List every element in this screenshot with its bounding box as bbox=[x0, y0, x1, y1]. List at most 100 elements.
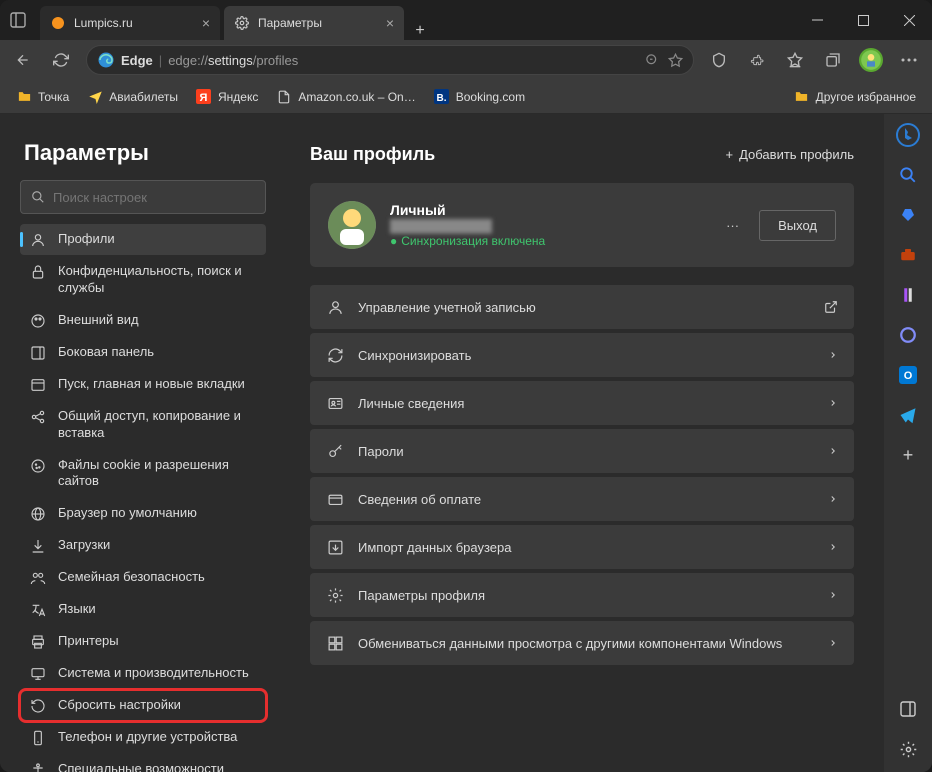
settings-row-idcard[interactable]: Личные сведения bbox=[310, 381, 854, 425]
gear-icon bbox=[234, 15, 250, 31]
bookmark-item[interactable]: B.Booking.com bbox=[428, 86, 531, 108]
nav-item-home[interactable]: Пуск, главная и новые вкладки bbox=[20, 369, 266, 400]
signout-button[interactable]: Выход bbox=[759, 210, 836, 241]
games-icon[interactable] bbox=[895, 282, 921, 308]
tab-lumpics[interactable]: Lumpics.ru × bbox=[40, 6, 220, 40]
favorites-bar-icon[interactable] bbox=[778, 44, 812, 76]
new-tab-button[interactable]: + bbox=[404, 22, 436, 40]
cookie-icon bbox=[30, 458, 46, 474]
add-side-icon[interactable]: + bbox=[895, 442, 921, 468]
lumpics-favicon bbox=[50, 15, 66, 31]
nav-label: Пуск, главная и новые вкладки bbox=[58, 376, 245, 393]
settings-search[interactable] bbox=[20, 180, 266, 214]
back-button[interactable] bbox=[6, 44, 40, 76]
search-icon bbox=[31, 190, 45, 204]
svg-text:O: O bbox=[904, 370, 913, 382]
settings-row-card[interactable]: Сведения об оплате bbox=[310, 477, 854, 521]
bookmark-item[interactable]: Amazon.co.uk – On… bbox=[270, 86, 421, 108]
avatar bbox=[328, 201, 376, 249]
check-icon: ● bbox=[390, 234, 397, 248]
chevron-right-icon bbox=[828, 492, 838, 506]
settings-row-windows[interactable]: Обмениваться данными просмотра с другими… bbox=[310, 621, 854, 665]
nav-item-paint[interactable]: Внешний вид bbox=[20, 305, 266, 336]
sync-icon bbox=[326, 347, 344, 364]
tools-icon[interactable] bbox=[895, 242, 921, 268]
nav-item-user[interactable]: Профили bbox=[20, 224, 266, 255]
tab-settings[interactable]: Параметры × bbox=[224, 6, 404, 40]
bookmark-item[interactable]: ЯЯндекс bbox=[190, 86, 264, 108]
maximize-button[interactable] bbox=[840, 0, 886, 40]
family-icon bbox=[30, 570, 46, 586]
nav-item-panel[interactable]: Боковая панель bbox=[20, 337, 266, 368]
nav-label: Семейная безопасность bbox=[58, 569, 205, 586]
settings-row-key[interactable]: Пароли bbox=[310, 429, 854, 473]
collections-icon[interactable] bbox=[816, 44, 850, 76]
bookmarks-bar: Точка Авиабилеты ЯЯндекс Amazon.co.uk – … bbox=[0, 80, 932, 114]
close-button[interactable] bbox=[886, 0, 932, 40]
add-profile-button[interactable]: + Добавить профиль bbox=[726, 147, 854, 162]
nav-item-system[interactable]: Система и производительность bbox=[20, 658, 266, 689]
windows-icon bbox=[326, 635, 344, 652]
home-icon bbox=[30, 377, 46, 393]
toolbar: Edge | edge://settings/profiles bbox=[0, 40, 932, 80]
row-label: Синхронизировать bbox=[358, 348, 814, 363]
profile-avatar[interactable] bbox=[854, 44, 888, 76]
panel-toggle-icon[interactable] bbox=[895, 696, 921, 722]
address-text: edge://settings/profiles bbox=[168, 53, 639, 68]
user-icon bbox=[30, 232, 46, 248]
chevron-right-icon bbox=[828, 444, 838, 458]
close-icon[interactable]: × bbox=[386, 15, 394, 31]
settings-row-user[interactable]: Управление учетной записью bbox=[310, 285, 854, 329]
nav-item-phone[interactable]: Телефон и другие устройства bbox=[20, 722, 266, 753]
app-menu-icon[interactable] bbox=[0, 0, 36, 40]
search-input[interactable] bbox=[53, 190, 255, 205]
bookmark-item[interactable]: Авиабилеты bbox=[81, 86, 184, 108]
refresh-button[interactable] bbox=[44, 44, 78, 76]
settings-side-icon[interactable] bbox=[895, 736, 921, 762]
zoom-icon[interactable] bbox=[645, 53, 660, 68]
plus-icon: + bbox=[726, 147, 734, 162]
more-icon[interactable] bbox=[892, 44, 926, 76]
nav-item-reset[interactable]: Сбросить настройки bbox=[20, 690, 266, 721]
nav-item-family[interactable]: Семейная безопасность bbox=[20, 562, 266, 593]
shield-icon[interactable] bbox=[702, 44, 736, 76]
telegram-icon[interactable] bbox=[895, 402, 921, 428]
profile-more-icon[interactable]: ··· bbox=[720, 218, 745, 233]
minimize-button[interactable] bbox=[794, 0, 840, 40]
nav-item-a11y[interactable]: Специальные возможности bbox=[20, 754, 266, 772]
row-label: Параметры профиля bbox=[358, 588, 814, 603]
settings-row-sync[interactable]: Синхронизировать bbox=[310, 333, 854, 377]
address-bar[interactable]: Edge | edge://settings/profiles bbox=[86, 45, 694, 75]
nav-item-lang[interactable]: Языки bbox=[20, 594, 266, 625]
bookmark-item[interactable]: Точка bbox=[10, 86, 75, 108]
other-bookmarks[interactable]: Другое избранное bbox=[788, 86, 922, 108]
nav-label: Телефон и другие устройства bbox=[58, 729, 237, 746]
nav-item-printer[interactable]: Принтеры bbox=[20, 626, 266, 657]
paint-icon bbox=[30, 313, 46, 329]
idcard-icon bbox=[326, 395, 344, 412]
close-icon[interactable]: × bbox=[202, 15, 210, 31]
nav-label: Браузер по умолчанию bbox=[58, 505, 197, 522]
office-icon[interactable] bbox=[895, 322, 921, 348]
nav-item-download[interactable]: Загрузки bbox=[20, 530, 266, 561]
nav-label: Принтеры bbox=[58, 633, 119, 650]
nav-label: Система и производительность bbox=[58, 665, 249, 682]
nav-label: Файлы cookie и разрешения сайтов bbox=[58, 457, 256, 491]
outlook-icon[interactable]: O bbox=[895, 362, 921, 388]
nav-item-lock[interactable]: Конфиденциальность, поиск и службы bbox=[20, 256, 266, 304]
plane-icon bbox=[87, 89, 103, 105]
bing-icon[interactable] bbox=[895, 122, 921, 148]
settings-row-settings[interactable]: Параметры профиля bbox=[310, 573, 854, 617]
download-icon bbox=[30, 538, 46, 554]
tab-title: Параметры bbox=[258, 16, 380, 30]
favorites-icon[interactable] bbox=[668, 53, 683, 68]
nav-item-share[interactable]: Общий доступ, копирование и вставка bbox=[20, 401, 266, 449]
shopping-icon[interactable] bbox=[895, 202, 921, 228]
chevron-right-icon bbox=[828, 540, 838, 554]
settings-row-import[interactable]: Импорт данных браузера bbox=[310, 525, 854, 569]
nav-item-browser[interactable]: Браузер по умолчанию bbox=[20, 498, 266, 529]
search-side-icon[interactable] bbox=[895, 162, 921, 188]
card-icon bbox=[326, 491, 344, 508]
nav-item-cookie[interactable]: Файлы cookie и разрешения сайтов bbox=[20, 450, 266, 498]
extensions-icon[interactable] bbox=[740, 44, 774, 76]
